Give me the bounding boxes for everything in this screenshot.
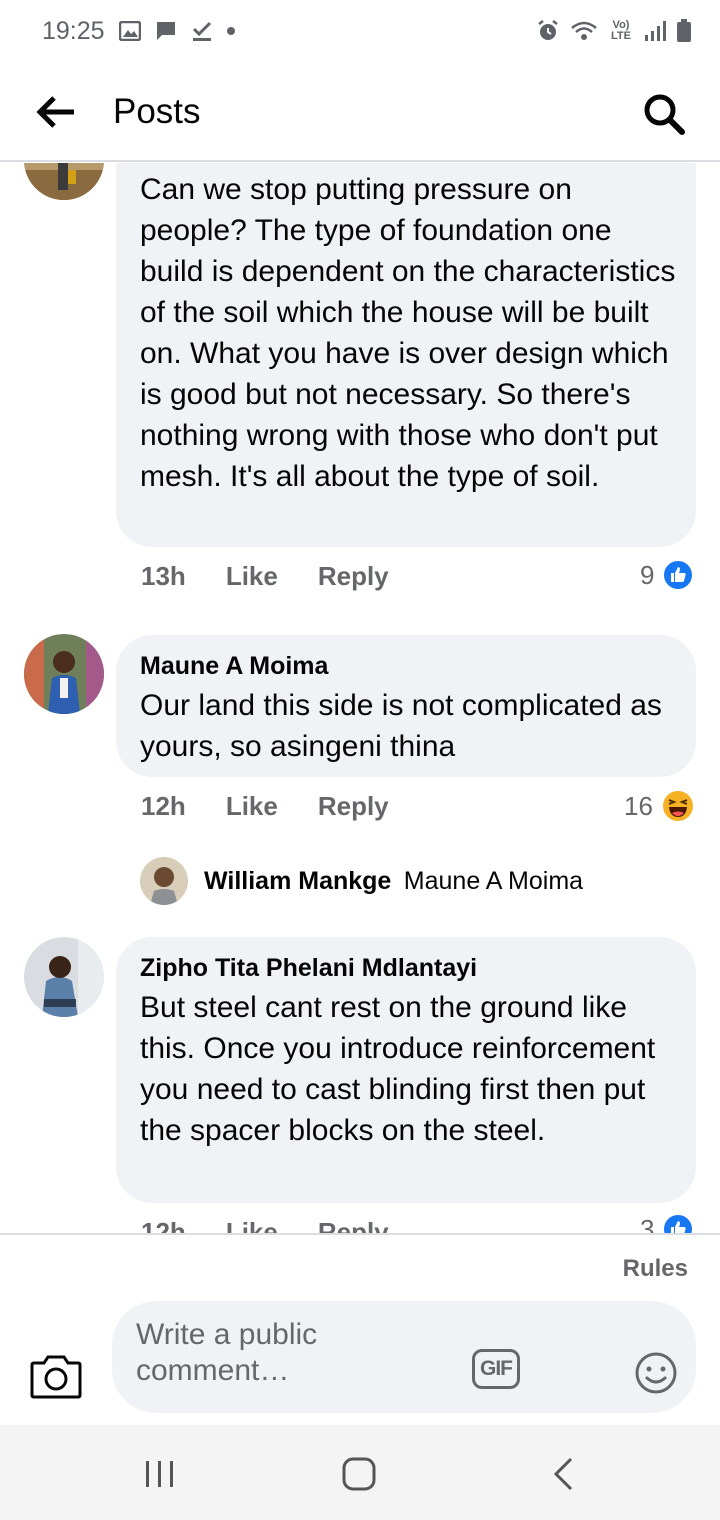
reply-link[interactable]: Reply [318,561,389,592]
like-link[interactable]: Like [226,1217,278,1233]
camera-icon[interactable] [30,1353,82,1399]
emoji-icon[interactable] [634,1351,678,1395]
commenter-name[interactable]: Zipho Tita Phelani Mdlantayi [140,953,477,983]
gif-button[interactable]: GIF [472,1349,520,1389]
reply-preview-text: William Mankge Maune A Moima [204,867,583,896]
avatar[interactable] [140,857,188,905]
gallery-notification-icon [118,21,141,41]
reaction-summary[interactable]: 9 [640,559,695,591]
comment-input[interactable]: Write a public comment… [136,1317,436,1389]
network-type-label: Vo) LTE [611,19,631,42]
comment-input-box[interactable]: Write a public comment… GIF [112,1301,696,1413]
signal-icon [645,21,666,41]
battery-icon [677,19,691,42]
comment-actions: 12h Like Reply [141,1217,429,1233]
status-left: 19:25 [42,17,235,46]
comment-actions: 13h Like Reply [141,561,429,592]
reply-link[interactable]: Reply [318,1217,389,1233]
comment-bubble[interactable]: Zipho Tita Phelani Mdlantayi But steel c… [116,937,696,1203]
alarm-icon [538,20,558,40]
screen: 19:25 Vo) LTE Posts Can we stop putting … [0,0,720,1520]
back-arrow-icon[interactable] [36,94,76,130]
download-done-icon [192,21,211,41]
reply-preview[interactable]: William Mankge Maune A Moima [140,857,583,905]
avatar[interactable] [24,163,104,200]
reaction-count: 3 [640,1213,655,1234]
status-time: 19:25 [42,16,105,45]
comment-actions: 12h Like Reply [141,791,429,822]
message-notification-icon [156,22,175,40]
reply-mention[interactable]: Maune A Moima [404,867,583,895]
like-link[interactable]: Like [226,561,278,592]
comment-time: 12h [141,791,186,821]
reaction-count: 9 [640,559,655,590]
comment-time: 12h [141,1217,186,1233]
avatar-photo [24,937,104,1017]
comment-bubble[interactable]: Can we stop putting pressure on people? … [116,163,696,547]
comment-text: Can we stop putting pressure on people? … [140,173,676,493]
avatar-photo [140,857,188,905]
haha-reaction-icon [660,789,695,823]
comment-text: But steel cant rest on the ground like t… [140,991,656,1147]
reply-author-name[interactable]: William Mankge [204,867,391,895]
like-reaction-icon [662,1213,695,1233]
search-icon[interactable] [642,92,686,136]
rules-link[interactable]: Rules [623,1255,688,1283]
more-notifications-icon [226,27,235,35]
avatar[interactable] [24,937,104,1017]
reaction-summary[interactable]: 16 [624,789,695,823]
system-nav-bar [0,1425,720,1520]
wifi-icon [571,21,597,40]
avatar-photo [24,163,104,200]
status-right: Vo) LTE [536,19,692,43]
home-icon[interactable] [342,1457,376,1491]
recent-apps-icon[interactable] [144,1461,176,1487]
comment-text: Our land this side is not complicated as… [140,689,662,763]
comment-composer: Rules Write a public comment… GIF [0,1233,720,1425]
reply-link[interactable]: Reply [318,791,389,822]
comment-bubble[interactable]: Maune A Moima Our land this side is not … [116,635,696,777]
app-bar: Posts [0,62,720,162]
reaction-count: 16 [624,790,653,821]
status-bar: 19:25 Vo) LTE [0,0,720,62]
nav-back-icon[interactable] [552,1457,574,1491]
avatar-photo [24,634,104,714]
commenter-name[interactable]: Maune A Moima [140,651,328,681]
like-link[interactable]: Like [226,791,278,822]
reaction-summary[interactable]: 3 [640,1213,695,1234]
like-reaction-icon [662,559,695,591]
avatar[interactable] [24,634,104,714]
page-title: Posts [113,92,201,131]
comments-list: Can we stop putting pressure on people? … [0,163,720,1233]
comment-time: 13h [141,561,186,591]
